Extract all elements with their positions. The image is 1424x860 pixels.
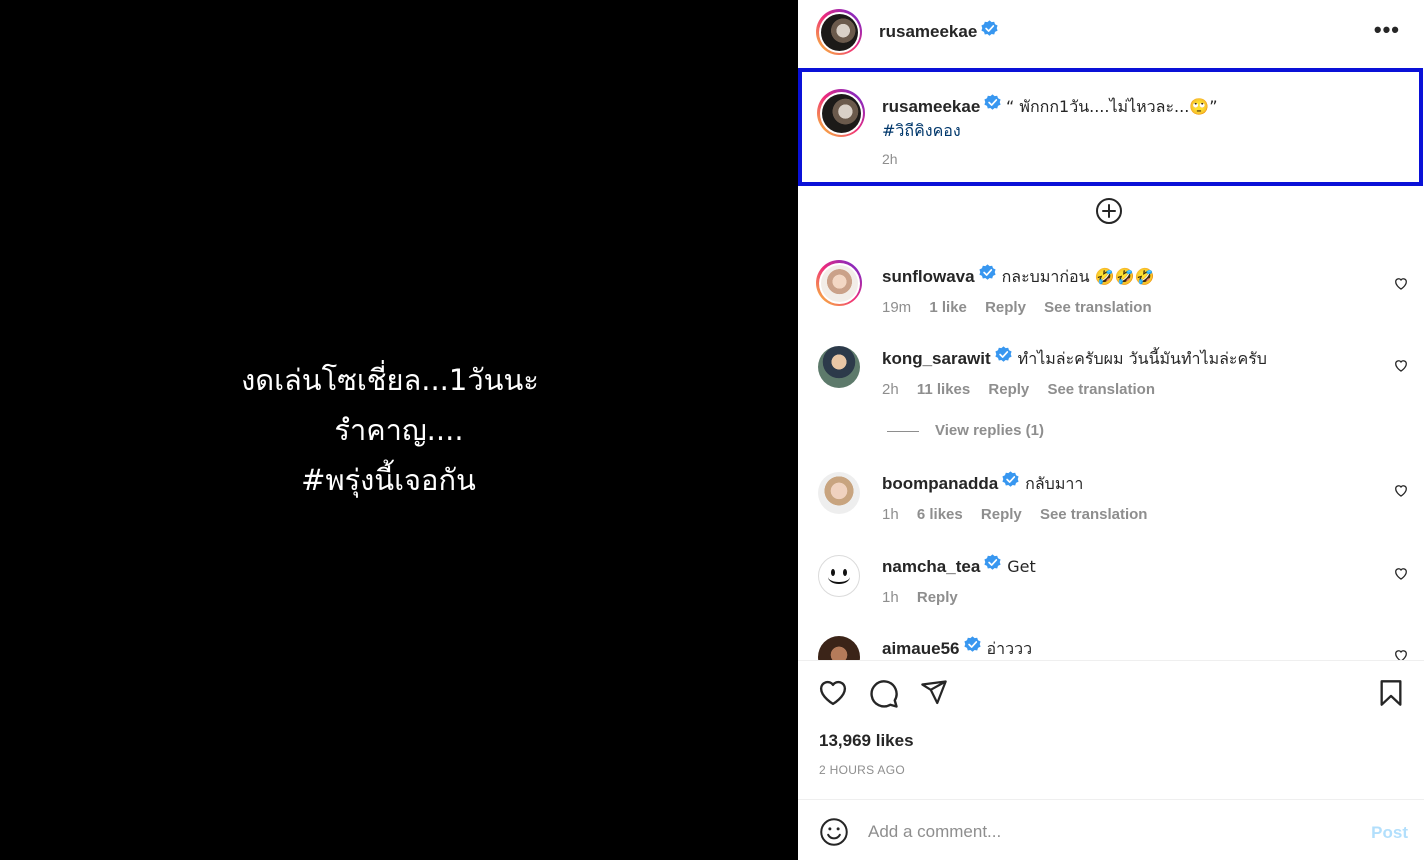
replies-divider-line [887, 430, 919, 432]
verified-badge-icon [963, 636, 981, 659]
caption-highlight-box: rusameekae “ พักกก1วัน....ไม่ไหวละ...🙄” … [798, 68, 1423, 186]
reply-button[interactable]: Reply [988, 381, 1029, 398]
comment-text: กละบมาก่อน 🤣🤣🤣 [1001, 267, 1155, 286]
see-translation-button[interactable]: See translation [1040, 506, 1148, 523]
post-comment-button[interactable]: Post [1371, 823, 1408, 843]
comment-likes-count[interactable]: 1 like [929, 299, 967, 316]
comment-like-heart-icon[interactable] [1394, 277, 1408, 295]
post-likes-count[interactable]: 13,969 likes [819, 731, 914, 751]
post-side-panel: rusameekae ••• rusameekae “ พักกก1วัน...… [798, 0, 1424, 860]
comment-item: kong_sarawit ทำไมล่ะครับผม วันนี้มันทำไมล… [798, 344, 1424, 454]
comment-text: Get [1007, 557, 1036, 576]
caption-hashtag-link[interactable]: #วิถีคิงคอง [882, 119, 961, 144]
comment-item: sunflowava กละบมาก่อน 🤣🤣🤣 19m 1 like Repl… [798, 260, 1424, 330]
commenter-username[interactable]: sunflowava [882, 267, 975, 286]
comment-text: ทำไมล่ะครับผม วันนี้มันทำไมล่ะครับ [1017, 349, 1267, 368]
comment-meta: 1h 6 likes Reply See translation [882, 506, 1161, 523]
comment-meta: 1h Reply [882, 589, 972, 606]
actions-divider [798, 660, 1424, 661]
reply-button[interactable]: Reply [985, 299, 1026, 316]
add-comment-bar: Post [798, 800, 1424, 860]
verified-badge-icon [979, 264, 996, 287]
commenter-avatar-smiley-icon[interactable] [818, 555, 860, 597]
comment-meta: 2h 11 likes Reply See translation [882, 381, 1169, 398]
more-options-icon[interactable]: ••• [1374, 19, 1400, 41]
comments-list[interactable]: sunflowava กละบมาก่อน 🤣🤣🤣 19m 1 like Repl… [798, 240, 1424, 660]
caption-username[interactable]: rusameekae [882, 97, 980, 116]
post-media: งดเล่นโซเชี่ยล...1วันนะ รำคาญ.... #พรุ่ง… [0, 0, 798, 860]
post-actions-bar [798, 676, 1424, 716]
comment-like-heart-icon[interactable] [1394, 359, 1408, 377]
comment-time: 19m [882, 299, 912, 316]
caption: rusameekae “ พักกก1วัน....ไม่ไหวละ...🙄” [882, 94, 1218, 119]
caption-text: “ พักกก1วัน....ไม่ไหวละ...🙄” [1006, 97, 1218, 116]
commenter-avatar[interactable] [816, 260, 862, 306]
comment-likes-count[interactable]: 6 likes [917, 506, 963, 523]
comment-item: namcha_tea Get 1h Reply [798, 554, 1424, 625]
commenter-username[interactable]: namcha_tea [882, 557, 980, 576]
commenter-username[interactable]: boompanadda [882, 474, 998, 493]
comment-like-heart-icon[interactable] [1394, 484, 1408, 502]
comment-text: กลับมาา [1025, 474, 1084, 493]
emoji-picker-icon[interactable] [819, 817, 849, 852]
commenter-username[interactable]: aimaue56 [882, 639, 960, 658]
comment-item: boompanadda กลับมาา 1h 6 likes Reply See … [798, 470, 1424, 540]
media-text: งดเล่นโซเชี่ยล...1วันนะ รำคาญ.... #พรุ่ง… [0, 355, 798, 505]
comment-item: aimaue56 อ่าววว [798, 636, 1424, 660]
see-translation-button[interactable]: See translation [1044, 299, 1152, 316]
reply-button[interactable]: Reply [917, 589, 958, 606]
comment-meta: 19m 1 like Reply See translation [882, 299, 1166, 316]
comment-bubble-icon[interactable] [869, 679, 899, 714]
verified-badge-icon [984, 554, 1001, 577]
media-text-line-2: รำคาญ.... [334, 413, 464, 447]
comment-like-heart-icon[interactable] [1394, 649, 1408, 660]
view-replies-label: View replies (1) [935, 422, 1044, 439]
verified-badge-icon [1002, 471, 1019, 494]
comment-time: 1h [882, 589, 899, 606]
save-bookmark-icon[interactable] [1379, 679, 1403, 712]
verified-badge-icon [981, 20, 998, 42]
comment-input[interactable] [868, 814, 1328, 850]
commenter-avatar[interactable] [818, 636, 860, 660]
view-replies-button[interactable]: View replies (1) [887, 422, 1044, 439]
commenter-avatar[interactable] [818, 472, 860, 514]
comment-text: อ่าววว [986, 639, 1033, 658]
media-text-line-3: #พรุ่งนี้เจอกัน [301, 463, 476, 497]
media-text-line-1: งดเล่นโซเชี่ยล...1วันนะ [241, 363, 539, 397]
comment-like-heart-icon[interactable] [1394, 567, 1408, 585]
caption-author-avatar[interactable] [817, 89, 865, 137]
comment-likes-count[interactable]: 11 likes [917, 381, 970, 398]
author-avatar[interactable] [816, 9, 862, 55]
load-more-comments-icon[interactable] [1095, 197, 1123, 225]
verified-badge-icon [984, 94, 1001, 117]
comment-time: 1h [882, 506, 899, 523]
verified-badge-icon [995, 346, 1012, 369]
author-username[interactable]: rusameekae [879, 22, 977, 41]
share-send-icon[interactable] [919, 678, 949, 711]
caption-timestamp: 2h [882, 151, 898, 167]
see-translation-button[interactable]: See translation [1047, 381, 1155, 398]
reply-button[interactable]: Reply [981, 506, 1022, 523]
commenter-avatar[interactable] [818, 346, 860, 388]
comment-time: 2h [882, 381, 899, 398]
like-heart-icon[interactable] [818, 678, 848, 711]
post-timestamp[interactable]: 2 HOURS AGO [819, 763, 905, 777]
commenter-username[interactable]: kong_sarawit [882, 349, 991, 368]
post-header: rusameekae ••• [798, 0, 1424, 66]
